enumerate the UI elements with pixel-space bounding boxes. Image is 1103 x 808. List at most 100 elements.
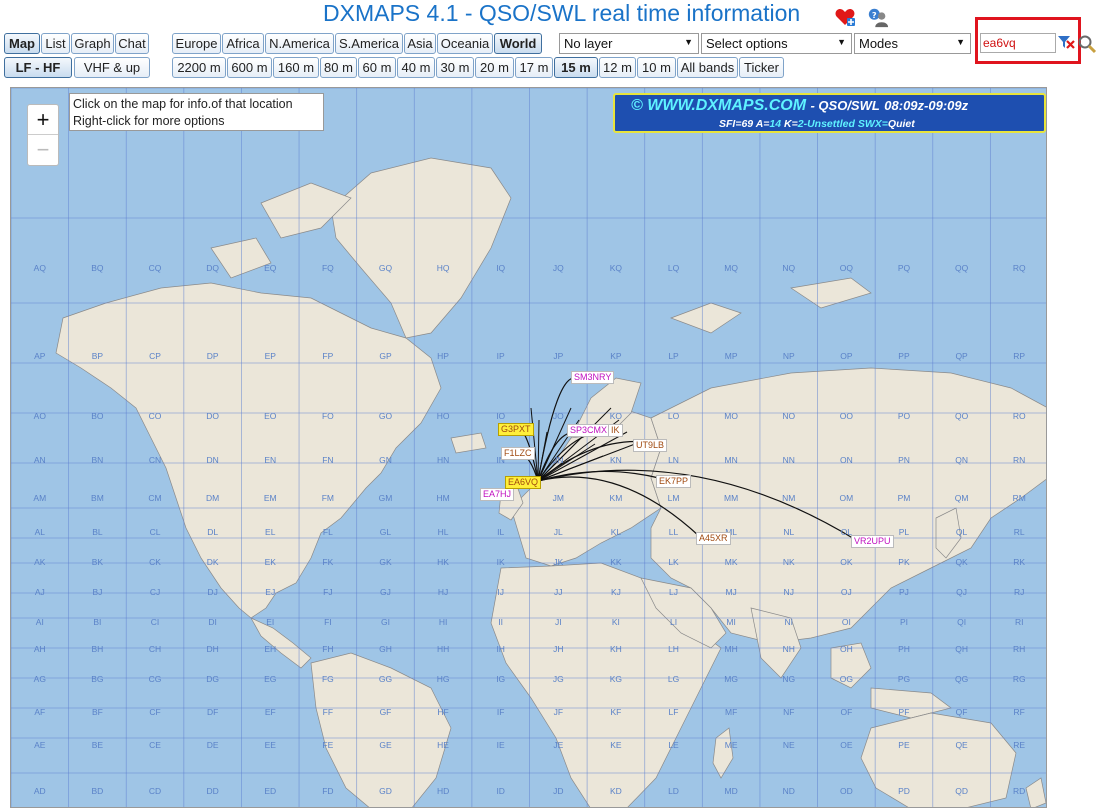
- filter-clear-icon[interactable]: [1057, 33, 1075, 51]
- station-label[interactable]: EK7PP: [656, 475, 692, 488]
- world-map[interactable]: AQ BQ CQ DQ EQ FQ GQ HQ IQ JQ KQ LQ MQ NQ OQ PQ QQ RQ AP BP…: [10, 87, 1047, 808]
- region-asia[interactable]: Asia: [404, 33, 436, 54]
- grid-square-label: FE: [322, 740, 334, 750]
- tab-chat[interactable]: Chat: [115, 33, 149, 54]
- band-group-vhf-up[interactable]: VHF & up: [74, 57, 150, 78]
- grid-square-label: MM: [724, 493, 739, 503]
- banner-conditions: SFI=69 A=14 K=2-Unsettled SWX=Quiet: [719, 118, 915, 130]
- station-label[interactable]: EA6VQ: [505, 476, 542, 489]
- grid-square-label: AE: [34, 740, 46, 750]
- band-15-m[interactable]: 15 m: [554, 57, 598, 78]
- grid-square-label: PI: [899, 617, 908, 627]
- modes-select[interactable]: Modes ▼: [854, 33, 971, 54]
- grid-square-label: IL: [497, 527, 505, 537]
- grid-square-label: NK: [782, 557, 795, 567]
- grid-square-label: EO: [264, 411, 277, 421]
- grid-square-label: DQ: [206, 263, 219, 273]
- station-label[interactable]: A45XR: [696, 532, 731, 545]
- k-index-label: K=: [784, 118, 798, 130]
- grid-square-label: LQ: [667, 263, 680, 273]
- band-60-m[interactable]: 60 m: [358, 57, 396, 78]
- region-n-america[interactable]: N.America: [265, 33, 334, 54]
- band-all-bands[interactable]: All bands: [677, 57, 738, 78]
- grid-square-label: EN: [264, 455, 277, 465]
- options-select[interactable]: Select options ▼: [701, 33, 852, 54]
- grid-square-label: GL: [379, 527, 392, 537]
- tab-map[interactable]: Map: [4, 33, 40, 54]
- grid-square-label: LG: [667, 674, 680, 684]
- dxmaps-banner[interactable]: © WWW.DXMAPS.COM - QSO/SWL 08:09z-09:09z…: [613, 93, 1046, 133]
- grid-square-label: FN: [322, 455, 334, 465]
- landmass: [450, 432, 487, 454]
- tooltip-line-2: Right-click for more options: [73, 114, 225, 128]
- grid-square-label: IE: [496, 740, 505, 750]
- grid-square-label: MD: [724, 786, 738, 796]
- grid-square-label: QM: [954, 493, 969, 503]
- grid-square-label: NJ: [783, 587, 794, 597]
- band-600-m[interactable]: 600 m: [227, 57, 272, 78]
- tab-graph[interactable]: Graph: [71, 33, 114, 54]
- grid-square-label: OP: [840, 351, 853, 361]
- grid-square-label: JI: [554, 617, 562, 627]
- grid-square-label: GJ: [380, 587, 391, 597]
- band-group-lf-hf[interactable]: LF - HF: [4, 57, 72, 78]
- grid-square-label: HM: [436, 493, 450, 503]
- grid-square-label: FG: [321, 674, 334, 684]
- grid-square-label: QJ: [956, 587, 968, 597]
- grid-square-label: NN: [782, 455, 795, 465]
- callsign-search-input[interactable]: [980, 33, 1056, 53]
- grid-square-label: HJ: [437, 587, 449, 597]
- band-160-m[interactable]: 160 m: [273, 57, 319, 78]
- band-10-m[interactable]: 10 m: [637, 57, 676, 78]
- band-ticker[interactable]: Ticker: [739, 57, 784, 78]
- band-20-m[interactable]: 20 m: [475, 57, 514, 78]
- search-icon[interactable]: [1077, 34, 1097, 54]
- grid-square-label: JF: [553, 707, 564, 717]
- region-s-america[interactable]: S.America: [335, 33, 403, 54]
- grid-square-label: NO: [782, 411, 796, 421]
- region-oceania[interactable]: Oceania: [437, 33, 493, 54]
- station-label[interactable]: SP3CMX: [567, 424, 611, 437]
- grid-square-label: JD: [553, 786, 564, 796]
- grid-square-label: OK: [840, 557, 853, 567]
- band-12-m[interactable]: 12 m: [599, 57, 636, 78]
- station-label[interactable]: F1LZC: [501, 447, 535, 460]
- band-40-m[interactable]: 40 m: [397, 57, 435, 78]
- tooltip-line-1: Click on the map for info.of that locati…: [73, 97, 293, 111]
- band-2200-m[interactable]: 2200 m: [172, 57, 226, 78]
- zoom-out-button[interactable]: −: [28, 135, 58, 165]
- grid-square-label: CK: [149, 557, 161, 567]
- layer-select[interactable]: No layer ▼: [559, 33, 699, 54]
- grid-square-label: CI: [150, 617, 160, 627]
- swx-value: Quiet: [887, 118, 915, 130]
- chevron-down-icon: ▼: [837, 37, 846, 47]
- region-world[interactable]: World: [494, 33, 542, 54]
- chevron-down-icon: ▼: [684, 37, 693, 47]
- grid-square-label: PM: [897, 493, 911, 503]
- grid-square-label: IJ: [497, 587, 504, 597]
- region-africa[interactable]: Africa: [222, 33, 264, 54]
- grid-square-label: DD: [206, 786, 219, 796]
- k-index-value: 2-Unsettled: [797, 118, 855, 130]
- heart-plus-icon[interactable]: [834, 6, 856, 28]
- band-17-m[interactable]: 17 m: [515, 57, 553, 78]
- grid-square-label: FO: [321, 411, 334, 421]
- grid-square-label: OM: [839, 493, 854, 503]
- station-label[interactable]: VR2UPU: [851, 535, 894, 548]
- grid-square-label: EM: [263, 493, 277, 503]
- zoom-in-button[interactable]: +: [28, 105, 58, 135]
- grid-square-label: FF: [322, 707, 334, 717]
- grid-square-label: RH: [1013, 644, 1026, 654]
- band-80-m[interactable]: 80 m: [320, 57, 357, 78]
- station-label[interactable]: UT9LB: [633, 439, 668, 452]
- station-label[interactable]: EA7HJ: [480, 488, 515, 501]
- grid-square-label: DE: [206, 740, 219, 750]
- station-label[interactable]: IK: [608, 424, 623, 437]
- tab-list[interactable]: List: [41, 33, 70, 54]
- grid-square-label: BF: [91, 707, 103, 717]
- band-30-m[interactable]: 30 m: [436, 57, 474, 78]
- station-label[interactable]: SM3NRY: [571, 371, 615, 384]
- help-users-icon[interactable]: ?: [867, 6, 889, 28]
- region-europe[interactable]: Europe: [172, 33, 221, 54]
- station-label[interactable]: G3PXT: [498, 423, 534, 436]
